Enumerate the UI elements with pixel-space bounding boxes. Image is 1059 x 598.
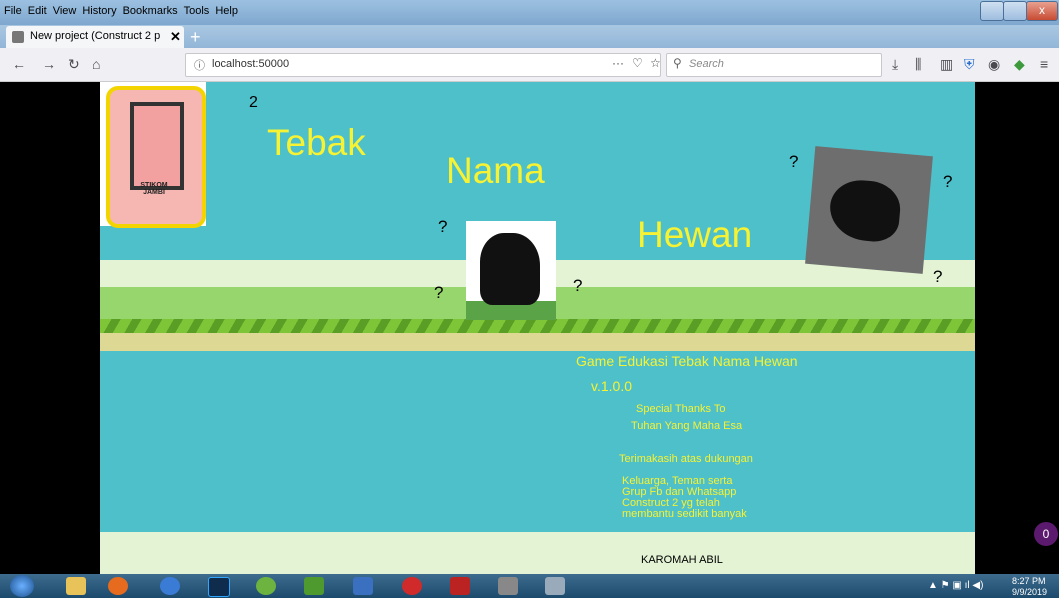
minimize-button[interactable] — [980, 1, 1004, 21]
score-counter: 2 — [249, 94, 258, 111]
app-icon-network[interactable] — [353, 577, 373, 595]
ground-stripe — [100, 319, 975, 333]
rooster-silhouette-image[interactable] — [805, 146, 933, 274]
reload-icon[interactable]: ↻ — [68, 56, 80, 72]
app-icon-lime[interactable] — [304, 577, 324, 595]
sidebar-icon[interactable]: ▥ — [940, 56, 953, 72]
credits-thanks-2: Terimakasih atas dukungan — [619, 453, 753, 465]
question-mark-2: ? — [434, 283, 444, 302]
back-icon[interactable]: ← — [12, 56, 26, 72]
app-icon-green[interactable] — [256, 577, 276, 595]
menu-icon[interactable]: ≡ — [1040, 56, 1048, 72]
library-icon[interactable]: ⫼ — [915, 56, 921, 72]
window-title-bar: File Edit View History Bookmarks Tools H… — [0, 0, 1059, 25]
menu-bookmarks[interactable]: Bookmarks — [123, 5, 178, 17]
cloud-band-lower — [100, 532, 975, 574]
windows-taskbar — [0, 574, 1059, 598]
credits-thanks-1: Tuhan Yang Maha Esa — [631, 420, 743, 432]
clock-time[interactable]: 8:27 PM — [1012, 576, 1046, 586]
menu-help[interactable]: Help — [215, 5, 238, 17]
file-explorer-icon[interactable] — [66, 577, 86, 595]
home-icon[interactable]: ⌂ — [92, 56, 100, 72]
account-icon[interactable]: ◉ — [988, 56, 1000, 72]
forward-icon[interactable]: → — [42, 56, 56, 72]
tray-icons[interactable]: ▲ ⚑ ▣ ıl ◀) — [928, 580, 983, 591]
credits-thanks-3: Keluarga, Teman serta Grup Fb dan Whatsa… — [622, 475, 747, 520]
tab-title: New project (Construct 2 previ — [30, 30, 160, 42]
menu-history[interactable]: History — [82, 5, 116, 17]
title-word-hewan: Hewan — [637, 214, 753, 255]
menu-tools[interactable]: Tools — [184, 5, 210, 17]
credits-thanks-title: Special Thanks To — [636, 403, 726, 415]
shield-icon[interactable]: ⛨ — [964, 56, 975, 72]
question-mark-3: ? — [573, 276, 583, 295]
start-button[interactable] — [10, 575, 34, 597]
tab-close-icon[interactable]: ✕ — [170, 29, 181, 45]
maximize-button[interactable] — [1003, 1, 1027, 21]
search-icon: ⚲ — [673, 56, 682, 70]
search-placeholder: Search — [689, 58, 724, 70]
ground-tan — [100, 333, 975, 351]
info-icon[interactable]: ⓘ — [194, 57, 205, 73]
download-icon[interactable]: ⤓ — [892, 56, 898, 72]
extension-icon[interactable]: ◆ — [1014, 56, 1025, 72]
url-text: localhost:50000 — [212, 58, 290, 70]
bookmark-star-icon[interactable]: ☆ — [650, 56, 661, 70]
search-box[interactable]: ⚲ Search — [666, 53, 882, 77]
elephant-silhouette-image[interactable] — [466, 221, 556, 320]
active-tab[interactable]: New project (Construct 2 previ ✕ — [6, 26, 184, 48]
stikom-logo: STIKOM JAMBI — [100, 82, 206, 228]
menu-edit[interactable]: Edit — [28, 5, 47, 17]
app-icon-red[interactable] — [450, 577, 470, 595]
question-mark-5: ? — [943, 172, 953, 191]
game-canvas[interactable]: STIKOM JAMBI 2 Tebak Nama Hewan ? ? ? ? … — [100, 82, 975, 574]
question-mark-4: ? — [789, 152, 799, 171]
question-mark-6: ? — [933, 267, 943, 286]
firefox-icon[interactable] — [108, 577, 128, 595]
tab-favicon-icon — [12, 31, 24, 43]
credits-headline: Game Edukasi Tebak Nama Hewan — [576, 353, 798, 369]
close-button[interactable]: x — [1026, 1, 1058, 21]
settings-icon[interactable] — [498, 577, 518, 595]
photoshop-icon[interactable] — [208, 577, 230, 597]
credits-version: v.1.0.0 — [591, 378, 632, 394]
title-word-tebak: Tebak — [267, 122, 366, 163]
menu-file[interactable]: File — [4, 5, 22, 17]
clock-date[interactable]: 9/9/2019 — [1012, 587, 1047, 597]
paint-icon[interactable] — [545, 577, 565, 595]
app-icon-blue[interactable] — [160, 577, 180, 595]
opera-icon[interactable] — [402, 577, 422, 595]
page-actions-icon[interactable]: ··· — [612, 56, 624, 70]
credits-author: KAROMAH ABIL — [641, 554, 723, 566]
url-bar[interactable]: ⓘ localhost:50000 ··· ♡ ☆ — [185, 53, 661, 77]
logo-center-text: STIKOM JAMBI — [140, 182, 168, 196]
question-mark-1: ? — [438, 217, 448, 236]
menu-view[interactable]: View — [53, 5, 77, 17]
title-word-nama: Nama — [446, 150, 545, 191]
menu-bar: File Edit View History Bookmarks Tools H… — [4, 5, 238, 17]
notification-badge[interactable]: 0 — [1034, 522, 1058, 546]
pocket-icon[interactable]: ♡ — [632, 56, 643, 70]
new-tab-button[interactable]: + — [190, 27, 201, 48]
